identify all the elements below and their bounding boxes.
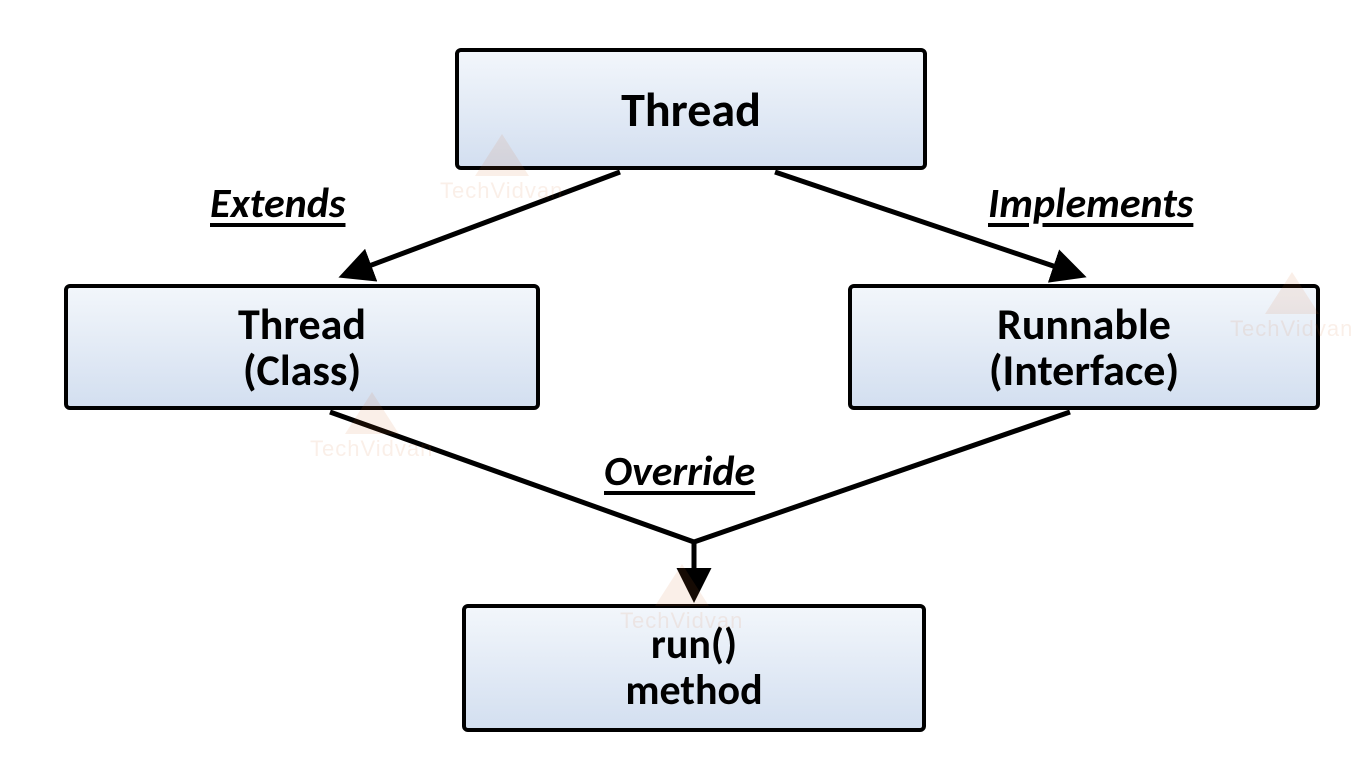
watermark-text: TechVidvan (440, 178, 563, 204)
edge-label-implements: Implements (988, 178, 1193, 229)
node-thread-class: Thread (Class) (64, 284, 540, 410)
node-runnable: Runnable (Interface) (848, 284, 1320, 410)
node-runnable-line1: Runnable (997, 301, 1171, 347)
edge-label-extends: Extends (210, 178, 345, 229)
node-run-line1: run() (651, 622, 737, 668)
edge-label-override: Override (604, 446, 755, 497)
arrow-extends (345, 172, 620, 275)
node-runnable-line2: (Interface) (989, 347, 1179, 393)
node-thread-class-line1: Thread (238, 301, 366, 347)
node-thread: Thread (455, 48, 927, 170)
node-run-method: run() method (462, 604, 926, 732)
node-run-line2: method (625, 668, 762, 714)
node-thread-label: Thread (621, 80, 761, 139)
watermark-text: TechVidvan (310, 436, 433, 462)
node-thread-class-line2: (Class) (243, 347, 361, 393)
